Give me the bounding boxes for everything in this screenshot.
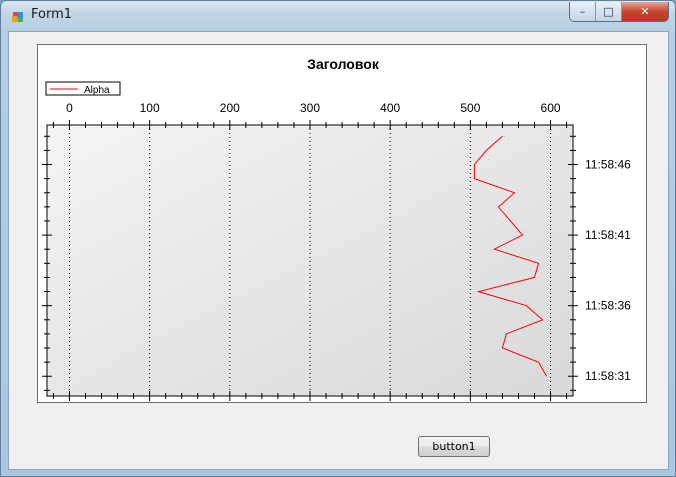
x-tick-label: 200 (220, 101, 240, 115)
y-tick-label: 11:58:41 (585, 228, 631, 242)
maximize-icon: □ (603, 5, 614, 18)
chart-canvas: Заголовок Alpha 0 100 200 300 400 500 600 11:5… (42, 56, 631, 401)
form-app-icon (11, 9, 25, 23)
y-tick-label: 11:58:31 (585, 369, 631, 383)
chart-title: Заголовок (307, 56, 380, 72)
app-window: Form1 – □ ✕ Заголовок Alpha 0 100 200 30… (0, 0, 676, 477)
x-tick-label: 500 (460, 101, 480, 115)
x-tick-label: 0 (66, 101, 73, 115)
close-icon: ✕ (640, 5, 650, 18)
maximize-button[interactable]: □ (596, 2, 622, 21)
minimize-icon: – (579, 5, 586, 18)
x-tick-label: 400 (380, 101, 400, 115)
y-tick-label: 11:58:46 (585, 158, 631, 172)
x-tick-label: 300 (300, 101, 320, 115)
window-controls: – □ ✕ (569, 2, 669, 22)
chart-control: Заголовок Alpha 0 100 200 300 400 500 600 11:5… (37, 44, 647, 403)
title-bar[interactable]: Form1 – □ ✕ (1, 1, 675, 31)
y-tick-label: 11:58:36 (585, 299, 631, 313)
x-tick-label: 600 (541, 101, 561, 115)
minimize-button[interactable]: – (570, 2, 596, 21)
chart-legend: Alpha (45, 81, 121, 96)
x-tick-label: 100 (140, 101, 160, 115)
legend-label: Alpha (84, 85, 110, 96)
form-client-area: Заголовок Alpha 0 100 200 300 400 500 600 11:5… (8, 31, 669, 470)
button1[interactable]: button1 (418, 436, 490, 457)
window-title: Form1 (31, 7, 73, 22)
close-button[interactable]: ✕ (622, 2, 668, 21)
